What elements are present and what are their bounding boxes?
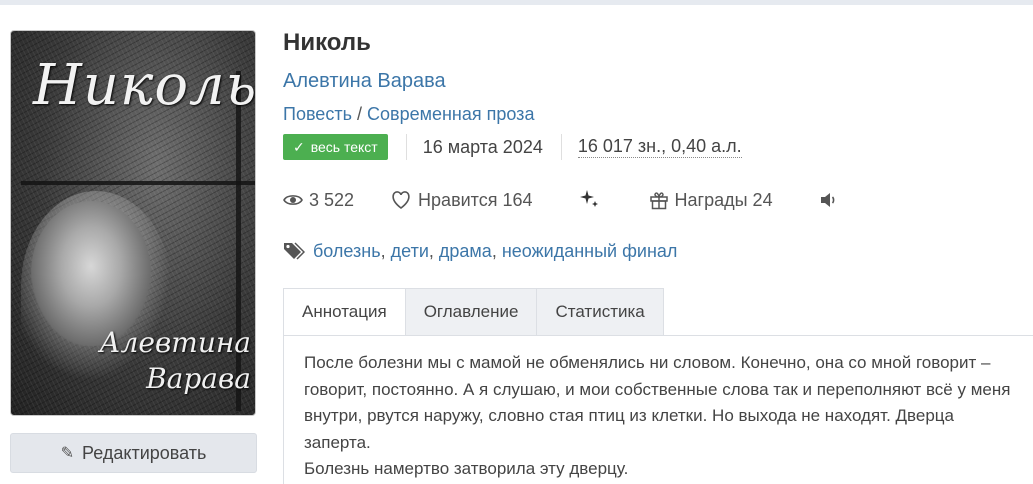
tab-bar: Аннотация Оглавление Статистика: [283, 288, 664, 336]
awards-button[interactable]: Награды 24: [649, 190, 773, 211]
tag-link[interactable]: драма: [439, 241, 492, 262]
badge-label: весь текст: [310, 139, 378, 155]
like-button[interactable]: Нравится 164: [390, 189, 533, 211]
annotation-paragraph: После болезни мы с мамой не обменялись н…: [304, 353, 1011, 452]
tag-link[interactable]: дети: [391, 241, 429, 262]
heart-icon: [390, 190, 412, 210]
divider: [405, 134, 407, 160]
cover-window-frame: [21, 181, 255, 223]
tag-separator: ,: [491, 240, 497, 261]
edit-button-label: Редактировать: [82, 442, 207, 463]
tab-contents[interactable]: Оглавление: [405, 288, 538, 336]
meta-row: ✓ весь текст 16 марта 2024 16 017 зн., 0…: [283, 133, 742, 161]
author-link[interactable]: Алевтина Варава: [283, 70, 446, 93]
tab-statistics[interactable]: Статистика: [537, 288, 664, 336]
genre-line: Повесть / Современная проза: [283, 104, 534, 125]
gift-icon: [649, 190, 669, 210]
full-text-badge: ✓ весь текст: [283, 134, 388, 160]
text-size[interactable]: 16 017 зн., 0,40 а.л.: [577, 136, 742, 158]
cover-title: Николь: [33, 53, 256, 118]
tag-separator: ,: [428, 240, 434, 261]
tag-icon: [283, 241, 305, 261]
subgenre-link[interactable]: Современная проза: [367, 104, 534, 124]
tab-annotation[interactable]: Аннотация: [283, 288, 406, 336]
divider: [560, 134, 562, 160]
tag-link[interactable]: неожиданный финал: [502, 241, 678, 262]
views-count: 3 522: [309, 189, 355, 210]
sparkles-icon: [579, 189, 601, 211]
pencil-icon: ✎: [60, 445, 75, 462]
genre-separator: /: [356, 104, 362, 124]
likes-label: Нравится 164: [418, 189, 533, 210]
tag-separator: ,: [380, 240, 386, 261]
views-stat: 3 522: [283, 190, 354, 211]
awards-label: Награды 24: [674, 189, 773, 210]
annotation-paragraph: Болезнь намертво затворила эту дверцу.: [304, 459, 629, 478]
edit-button[interactable]: ✎ Редактировать: [10, 433, 257, 473]
sparkles-button[interactable]: [579, 189, 607, 211]
stats-row: 3 522 Нравится 164 Награды 24: [283, 186, 845, 214]
publish-date: 16 марта 2024: [422, 136, 543, 157]
cover-author: Алевтина Варава: [99, 326, 251, 395]
tag-link[interactable]: болезнь: [313, 241, 381, 262]
check-icon: ✓: [293, 138, 305, 155]
annotation-panel: После болезни мы с мамой не обменялись н…: [283, 335, 1033, 484]
speaker-icon: [819, 191, 839, 209]
top-strip: [0, 0, 1033, 5]
eye-icon: [283, 193, 303, 207]
audio-button[interactable]: [819, 191, 845, 209]
genre-link[interactable]: Повесть: [283, 104, 352, 124]
tags-row: болезнь, дети, драма, неожиданный финал: [283, 237, 677, 265]
book-cover[interactable]: Николь Алевтина Варава: [10, 30, 256, 416]
book-title: Николь: [283, 29, 371, 56]
